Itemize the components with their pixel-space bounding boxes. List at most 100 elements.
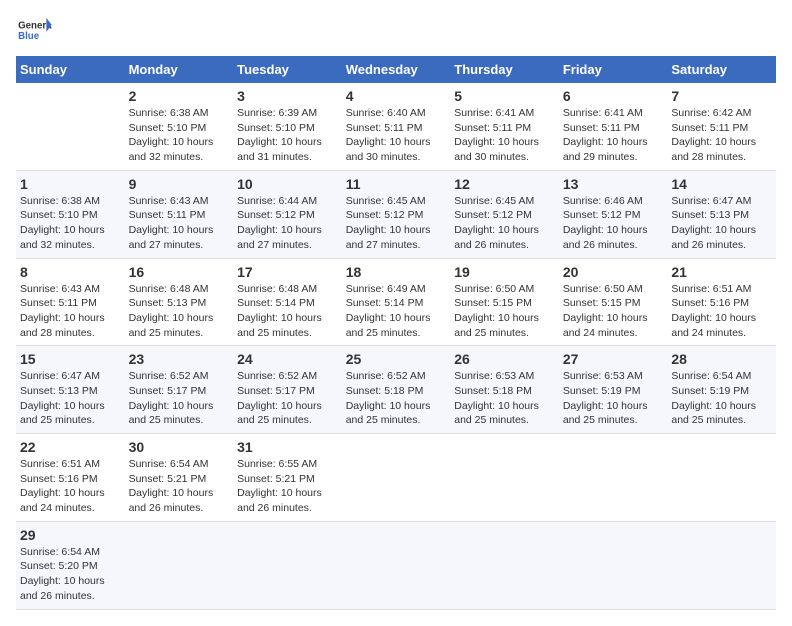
day-number: 30 <box>129 439 230 455</box>
day-number: 26 <box>454 351 555 367</box>
day-number: 19 <box>454 264 555 280</box>
day-number: 22 <box>20 439 121 455</box>
calendar-cell: 24Sunrise: 6:52 AMSunset: 5:17 PMDayligh… <box>233 346 342 434</box>
day-number: 1 <box>20 176 121 192</box>
day-info: Sunrise: 6:43 AMSunset: 5:11 PMDaylight:… <box>20 283 105 339</box>
calendar-cell: 10Sunrise: 6:44 AMSunset: 5:12 PMDayligh… <box>233 170 342 258</box>
calendar-cell <box>559 434 668 522</box>
calendar-cell: 7Sunrise: 6:42 AMSunset: 5:11 PMDaylight… <box>667 83 776 170</box>
calendar-header: SundayMondayTuesdayWednesdayThursdayFrid… <box>16 56 776 83</box>
day-number: 6 <box>563 88 664 104</box>
day-header-wednesday: Wednesday <box>342 56 451 83</box>
calendar-cell: 1Sunrise: 6:38 AMSunset: 5:10 PMDaylight… <box>16 170 125 258</box>
day-info: Sunrise: 6:51 AMSunset: 5:16 PMDaylight:… <box>671 283 756 339</box>
day-header-sunday: Sunday <box>16 56 125 83</box>
calendar-cell: 22 Sunrise: 6:51 AMSunset: 5:16 PMDayligh… <box>16 434 125 522</box>
calendar-cell: 15Sunrise: 6:47 AMSunset: 5:13 PMDayligh… <box>16 346 125 434</box>
day-info: Sunrise: 6:46 AMSunset: 5:12 PMDaylight:… <box>563 195 648 251</box>
day-header-thursday: Thursday <box>450 56 559 83</box>
day-info: Sunrise: 6:48 AMSunset: 5:13 PMDaylight:… <box>129 283 214 339</box>
day-info: Sunrise: 6:52 AMSunset: 5:17 PMDaylight:… <box>129 370 214 426</box>
calendar-cell: 17 Sunrise: 6:48 AMSunset: 5:14 PMDayligh… <box>233 258 342 346</box>
day-info: Sunrise: 6:48 AMSunset: 5:14 PMDaylight:… <box>237 283 322 339</box>
day-number: 9 <box>129 176 230 192</box>
calendar-cell: 13 Sunrise: 6:46 AMSunset: 5:12 PMDayligh… <box>559 170 668 258</box>
calendar-cell: 31Sunrise: 6:55 AMSunset: 5:21 PMDayligh… <box>233 434 342 522</box>
calendar-cell: 5 Sunrise: 6:41 AMSunset: 5:11 PMDaylight… <box>450 83 559 170</box>
calendar-body: 2Sunrise: 6:38 AMSunset: 5:10 PMDaylight… <box>16 83 776 609</box>
day-number: 3 <box>237 88 338 104</box>
calendar-cell: 12 Sunrise: 6:45 AMSunset: 5:12 PMDayligh… <box>450 170 559 258</box>
day-info: Sunrise: 6:47 AMSunset: 5:13 PMDaylight:… <box>671 195 756 251</box>
calendar-cell: 25 Sunrise: 6:52 AMSunset: 5:18 PMDayligh… <box>342 346 451 434</box>
logo: General Blue <box>16 16 52 46</box>
calendar-cell: 14 Sunrise: 6:47 AMSunset: 5:13 PMDayligh… <box>667 170 776 258</box>
day-number: 8 <box>20 264 121 280</box>
day-number: 13 <box>563 176 664 192</box>
calendar-week-row: 2Sunrise: 6:38 AMSunset: 5:10 PMDaylight… <box>16 83 776 170</box>
header: General Blue <box>16 16 776 46</box>
day-number: 2 <box>129 88 230 104</box>
calendar-week-row: 22 Sunrise: 6:51 AMSunset: 5:16 PMDayligh… <box>16 434 776 522</box>
day-info: Sunrise: 6:45 AMSunset: 5:12 PMDaylight:… <box>346 195 431 251</box>
calendar-cell: 26 Sunrise: 6:53 AMSunset: 5:18 PMDayligh… <box>450 346 559 434</box>
day-info: Sunrise: 6:40 AMSunset: 5:11 PMDaylight:… <box>346 107 431 163</box>
day-number: 11 <box>346 176 447 192</box>
calendar-table: SundayMondayTuesdayWednesdayThursdayFrid… <box>16 56 776 610</box>
day-number: 25 <box>346 351 447 367</box>
day-info: Sunrise: 6:44 AMSunset: 5:12 PMDaylight:… <box>237 195 322 251</box>
day-info: Sunrise: 6:43 AMSunset: 5:11 PMDaylight:… <box>129 195 214 251</box>
calendar-cell <box>16 83 125 170</box>
logo-icon: General Blue <box>16 16 52 46</box>
calendar-cell: 19 Sunrise: 6:50 AMSunset: 5:15 PMDayligh… <box>450 258 559 346</box>
calendar-cell <box>450 521 559 609</box>
day-info: Sunrise: 6:42 AMSunset: 5:11 PMDaylight:… <box>671 107 756 163</box>
calendar-week-row: 29Sunrise: 6:54 AMSunset: 5:20 PMDayligh… <box>16 521 776 609</box>
day-header-saturday: Saturday <box>667 56 776 83</box>
day-info: Sunrise: 6:41 AMSunset: 5:11 PMDaylight:… <box>454 107 539 163</box>
day-number: 12 <box>454 176 555 192</box>
day-info: Sunrise: 6:49 AMSunset: 5:14 PMDaylight:… <box>346 283 431 339</box>
day-number: 28 <box>671 351 772 367</box>
calendar-cell: 21 Sunrise: 6:51 AMSunset: 5:16 PMDayligh… <box>667 258 776 346</box>
calendar-cell: 9 Sunrise: 6:43 AMSunset: 5:11 PMDaylight… <box>125 170 234 258</box>
day-info: Sunrise: 6:53 AMSunset: 5:19 PMDaylight:… <box>563 370 648 426</box>
day-info: Sunrise: 6:39 AMSunset: 5:10 PMDaylight:… <box>237 107 322 163</box>
calendar-week-row: 8 Sunrise: 6:43 AMSunset: 5:11 PMDaylight… <box>16 258 776 346</box>
calendar-cell: 6 Sunrise: 6:41 AMSunset: 5:11 PMDaylight… <box>559 83 668 170</box>
calendar-cell: 28Sunrise: 6:54 AMSunset: 5:19 PMDayligh… <box>667 346 776 434</box>
calendar-cell <box>667 521 776 609</box>
day-number: 4 <box>346 88 447 104</box>
day-header-friday: Friday <box>559 56 668 83</box>
day-info: Sunrise: 6:47 AMSunset: 5:13 PMDaylight:… <box>20 370 105 426</box>
day-info: Sunrise: 6:55 AMSunset: 5:21 PMDaylight:… <box>237 458 322 514</box>
calendar-cell: 18 Sunrise: 6:49 AMSunset: 5:14 PMDayligh… <box>342 258 451 346</box>
day-info: Sunrise: 6:54 AMSunset: 5:21 PMDaylight:… <box>129 458 214 514</box>
day-number: 18 <box>346 264 447 280</box>
calendar-week-row: 1Sunrise: 6:38 AMSunset: 5:10 PMDaylight… <box>16 170 776 258</box>
day-header-monday: Monday <box>125 56 234 83</box>
calendar-cell <box>342 521 451 609</box>
calendar-cell: 16 Sunrise: 6:48 AMSunset: 5:13 PMDayligh… <box>125 258 234 346</box>
day-number: 24 <box>237 351 338 367</box>
day-info: Sunrise: 6:45 AMSunset: 5:12 PMDaylight:… <box>454 195 539 251</box>
day-info: Sunrise: 6:53 AMSunset: 5:18 PMDaylight:… <box>454 370 539 426</box>
day-info: Sunrise: 6:54 AMSunset: 5:20 PMDaylight:… <box>20 546 105 602</box>
day-number: 14 <box>671 176 772 192</box>
day-number: 17 <box>237 264 338 280</box>
calendar-cell <box>667 434 776 522</box>
calendar-cell <box>559 521 668 609</box>
day-info: Sunrise: 6:50 AMSunset: 5:15 PMDaylight:… <box>454 283 539 339</box>
day-info: Sunrise: 6:41 AMSunset: 5:11 PMDaylight:… <box>563 107 648 163</box>
day-info: Sunrise: 6:51 AMSunset: 5:16 PMDaylight:… <box>20 458 105 514</box>
day-header-tuesday: Tuesday <box>233 56 342 83</box>
day-number: 5 <box>454 88 555 104</box>
day-info: Sunrise: 6:52 AMSunset: 5:18 PMDaylight:… <box>346 370 431 426</box>
calendar-cell: 27Sunrise: 6:53 AMSunset: 5:19 PMDayligh… <box>559 346 668 434</box>
svg-text:Blue: Blue <box>18 31 40 42</box>
calendar-cell <box>450 434 559 522</box>
calendar-cell <box>125 521 234 609</box>
day-number: 16 <box>129 264 230 280</box>
day-number: 21 <box>671 264 772 280</box>
calendar-cell: 2Sunrise: 6:38 AMSunset: 5:10 PMDaylight… <box>125 83 234 170</box>
